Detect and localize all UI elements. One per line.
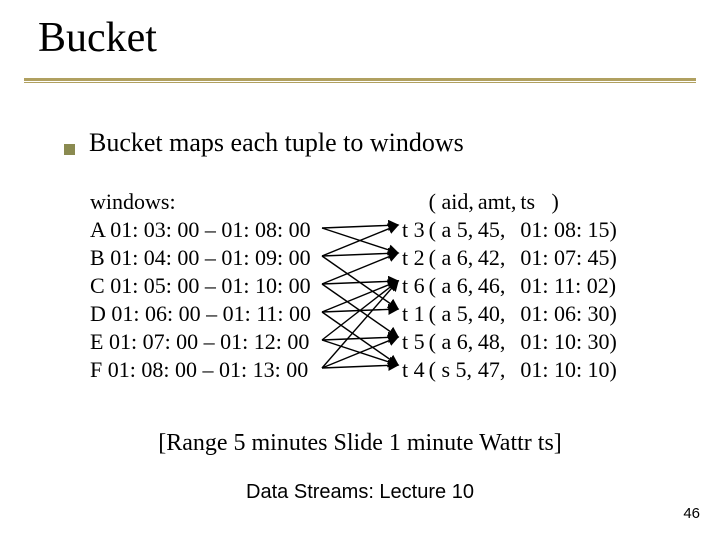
window-row: C 01: 05: 00 – 01: 10: 00	[90, 272, 311, 300]
slide: Bucket Bucket maps each tuple to windows…	[0, 0, 720, 540]
windows-list: windows: A 01: 03: 00 – 01: 08: 00 B 01:…	[90, 188, 311, 384]
tuple-row: t 3( a 5,45,01: 08: 15)	[402, 216, 621, 244]
tuple-row: t 2( a 6,42,01: 07: 45)	[402, 244, 621, 272]
tuple-header-row: ( aid, amt, ts )	[402, 188, 621, 216]
tuple-row: t 6( a 6,46,01: 11: 02)	[402, 272, 621, 300]
bullet-line: Bucket maps each tuple to windows	[64, 128, 464, 158]
bullet-icon	[64, 144, 75, 155]
window-row: E 01: 07: 00 – 01: 12: 00	[90, 328, 311, 356]
tuples-table: ( aid, amt, ts ) t 3( a 5,45,01: 08: 15)…	[402, 188, 621, 384]
title-rule-outer	[24, 78, 696, 81]
range-spec: [Range 5 minutes Slide 1 minute Wattr ts…	[0, 430, 720, 457]
windows-label: windows:	[90, 189, 176, 214]
footer-center: Data Streams: Lecture 10	[0, 480, 720, 504]
window-row: D 01: 06: 00 – 01: 11: 00	[90, 300, 311, 328]
window-row: A 01: 03: 00 – 01: 08: 00	[90, 216, 311, 244]
page-number: 46	[683, 505, 700, 522]
tuple-row: t 4( s 5,47,01: 10: 10)	[402, 356, 621, 384]
tuple-row: t 5( a 6,48,01: 10: 30)	[402, 328, 621, 356]
slide-title: Bucket	[38, 14, 157, 62]
window-row: F 01: 08: 00 – 01: 13: 00	[90, 356, 311, 384]
title-rule-inner	[24, 82, 696, 83]
window-row: B 01: 04: 00 – 01: 09: 00	[90, 244, 311, 272]
bullet-text: Bucket maps each tuple to windows	[89, 128, 464, 158]
tuple-row: t 1( a 5,40,01: 06: 30)	[402, 300, 621, 328]
